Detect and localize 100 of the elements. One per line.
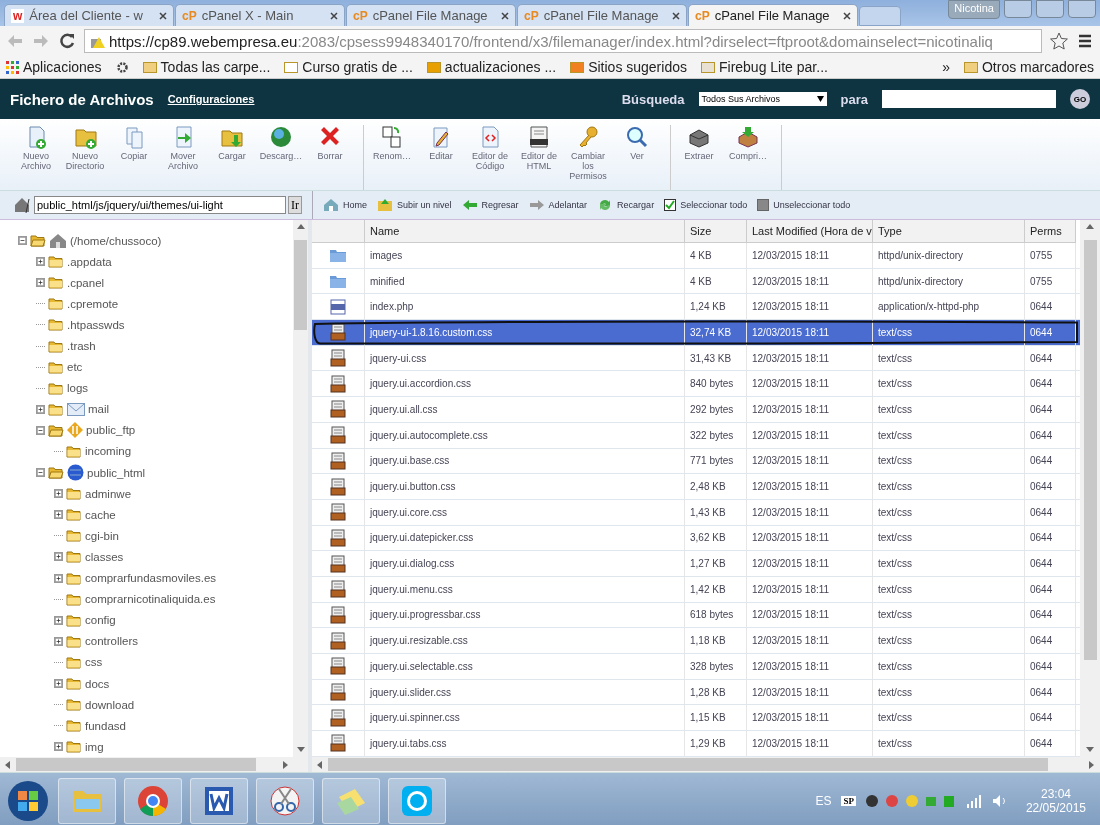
search-scope-dropdown[interactable]: Todos Sus Archivos <box>698 92 827 106</box>
browser-tab[interactable]: w Área del Cliente - w <box>4 4 174 26</box>
expand-toggle[interactable] <box>54 489 63 499</box>
folder-label[interactable]: incoming <box>85 445 132 458</box>
tray-icons-drawing[interactable] <box>865 792 956 809</box>
folder-label[interactable]: cgi-bin <box>85 529 119 542</box>
folder-label[interactable]: controllers <box>85 635 139 648</box>
column-header[interactable]: Name <box>365 220 685 243</box>
toolbar-button[interactable]: Cargar <box>210 125 254 190</box>
nav-button[interactable]: Subir un nivel <box>377 197 452 213</box>
folder-label[interactable]: config <box>85 614 116 627</box>
file-row[interactable]: jquery.ui.datepicker.css 3,62 KB 12/03/2015 18:11 text/css 0644 <box>312 525 1080 552</box>
folder-label[interactable]: docs <box>85 677 110 690</box>
ime-indicator[interactable]: SP <box>841 795 856 806</box>
file-row[interactable]: images 4 KB 12/03/2015 18:11 httpd/unix-directory 0755 <box>312 243 1080 269</box>
close-icon[interactable] <box>330 11 338 20</box>
browser-tab[interactable]: cP cPanel File Manage <box>346 4 516 26</box>
folder-label[interactable]: mail <box>88 403 110 416</box>
checkbox[interactable] <box>757 199 770 211</box>
toolbar-button[interactable]: Ver <box>615 125 659 190</box>
file-row[interactable]: jquery.ui.tabs.css 1,29 KB 12/03/2015 18:11 text/css 0644 <box>312 731 1080 757</box>
taskbar-app[interactable] <box>190 777 248 824</box>
settings-link[interactable]: Configuraciones <box>167 93 255 105</box>
expand-toggle[interactable] <box>54 573 63 583</box>
bookmark[interactable]: Aplicaciones <box>6 59 102 75</box>
nav-button[interactable]: Regresar <box>461 197 519 213</box>
scrollbar[interactable] <box>0 757 308 772</box>
column-header[interactable]: Size <box>685 220 747 243</box>
file-row[interactable]: jquery.ui.slider.css 1,28 KB 12/03/2015 18:11 text/css 0644 <box>312 679 1080 706</box>
folder-label[interactable]: comprarnicotinaliquida.es <box>85 593 216 606</box>
close-icon[interactable] <box>159 11 167 20</box>
browser-tab[interactable]: cP cPanel File Manage <box>688 4 858 26</box>
folder-label[interactable]: img <box>85 740 104 753</box>
scrollbar[interactable] <box>312 757 1100 772</box>
close-icon[interactable] <box>843 11 851 20</box>
file-row[interactable]: jquery.ui.menu.css 1,42 KB 12/03/2015 18:11 text/css 0644 <box>312 576 1080 603</box>
close-icon[interactable] <box>501 11 509 20</box>
expand-toggle[interactable] <box>54 679 63 688</box>
toolbar-button[interactable]: Nuevo Directorio <box>63 125 107 190</box>
folder-label[interactable]: .trash <box>67 340 96 352</box>
toolbar-button[interactable]: Descarg… <box>259 125 303 190</box>
folder-label[interactable]: .htpasswds <box>67 318 125 331</box>
folder-label[interactable]: logs <box>67 382 89 395</box>
column-header[interactable]: Type <box>873 220 1025 243</box>
menu-icon[interactable] <box>1076 32 1094 50</box>
address-bar[interactable]: https://cp89.webempresa.eu:2083/cpsess9948340170/frontend/x3/filemanager/index.html?dirselect=ftproot&domainselect=nicotinaliq <box>84 29 1042 53</box>
toolbar-button[interactable]: Extraer <box>677 125 721 190</box>
star-icon[interactable] <box>1050 32 1068 50</box>
go-button[interactable]: GO <box>1070 89 1090 109</box>
file-row[interactable]: index.php 1,24 KB 12/03/2015 18:11 application/x-httpd-php 0644 <box>312 294 1080 321</box>
folder-label[interactable]: download <box>85 698 135 711</box>
bookmark[interactable]: Sitios sugeridos <box>570 59 687 75</box>
more-bookmarks-button[interactable]: » <box>942 59 950 75</box>
scroll-arrow-icon[interactable] <box>4 760 12 769</box>
toolbar-button[interactable]: Copiar <box>112 125 156 190</box>
file-row[interactable]: jquery.ui.spinner.css 1,15 KB 12/03/2015 18:11 text/css 0644 <box>312 705 1080 732</box>
folder-label[interactable]: comprarfundasmoviles.es <box>85 572 217 585</box>
file-row[interactable]: jquery-ui.css 31,43 KB 12/03/2015 18:11 text/css 0644 <box>312 345 1080 372</box>
bookmark[interactable]: Firebug Lite par... <box>700 59 828 75</box>
select-toggle[interactable]: Seleccionar todo <box>664 199 748 211</box>
collapse-toggle[interactable] <box>36 425 45 435</box>
bookmark[interactable]: actualizaciones ... <box>426 59 557 75</box>
taskbar-app[interactable] <box>124 777 182 824</box>
scrollbar-thumb[interactable] <box>294 240 307 330</box>
file-row[interactable]: jquery.ui.all.css 292 bytes 12/03/2015 18:11 text/css 0644 <box>312 397 1080 423</box>
file-row[interactable]: jquery.ui.selectable.css 328 bytes 12/03/2015 18:11 text/css 0644 <box>312 654 1080 680</box>
taskbar-app[interactable] <box>256 777 314 824</box>
toolbar-button[interactable]: Nuevo Archivo <box>14 125 58 190</box>
file-row[interactable]: jquery.ui.base.css 771 bytes 12/03/2015 18:11 text/css 0644 <box>312 448 1080 475</box>
file-row[interactable]: jquery.ui.autocomplete.css 322 bytes 12/03/2015 18:11 text/css 0644 <box>312 422 1080 449</box>
folder-label[interactable]: cache <box>85 508 116 521</box>
folder-label[interactable]: etc <box>67 361 83 374</box>
scroll-arrow-icon[interactable] <box>1086 223 1094 231</box>
expand-toggle[interactable] <box>54 552 63 562</box>
toolbar-button[interactable]: Cambiar los Permisos <box>566 125 610 190</box>
nav-button[interactable]: Adelantar <box>528 197 588 213</box>
reload-icon[interactable] <box>58 32 76 50</box>
expand-toggle[interactable] <box>36 404 45 414</box>
folder-label[interactable]: .appdata <box>67 255 112 268</box>
checkbox[interactable] <box>664 199 677 211</box>
folder-label[interactable]: public_ftp <box>86 424 136 437</box>
file-row[interactable]: jquery.ui.resizable.css 1,18 KB 12/03/2015 18:11 text/css 0644 <box>312 628 1080 654</box>
bookmark[interactable]: Todas las carpe... <box>142 59 271 75</box>
toolbar-button[interactable]: Editor de Código <box>468 125 512 190</box>
toolbar-button[interactable]: Editar <box>419 125 463 190</box>
scroll-arrow-icon[interactable] <box>296 223 305 231</box>
scrollbar-thumb[interactable] <box>328 758 1048 771</box>
path-field[interactable]: public_html/js/jquery/ui/themes/ui-light <box>34 196 286 214</box>
folder-label[interactable]: .cpremote <box>67 297 119 310</box>
bookmark-folder[interactable]: Otros marcadores <box>963 59 1094 75</box>
toolbar-button[interactable]: Borrar <box>308 125 352 190</box>
browser-tab[interactable]: cP cPanel X - Main <box>175 4 345 26</box>
expand-toggle[interactable] <box>36 257 45 267</box>
expand-toggle[interactable] <box>54 636 63 646</box>
file-row[interactable]: jquery-ui-1.8.16.custom.css 32,74 KB 12/03/2015 18:11 text/css 0644 <box>312 320 1080 346</box>
nav-button[interactable]: Home <box>323 197 367 213</box>
folder-label[interactable]: adminwe <box>85 487 132 500</box>
expand-toggle[interactable] <box>54 615 63 625</box>
gear-icon[interactable] <box>115 60 129 74</box>
close-icon[interactable] <box>672 11 680 20</box>
